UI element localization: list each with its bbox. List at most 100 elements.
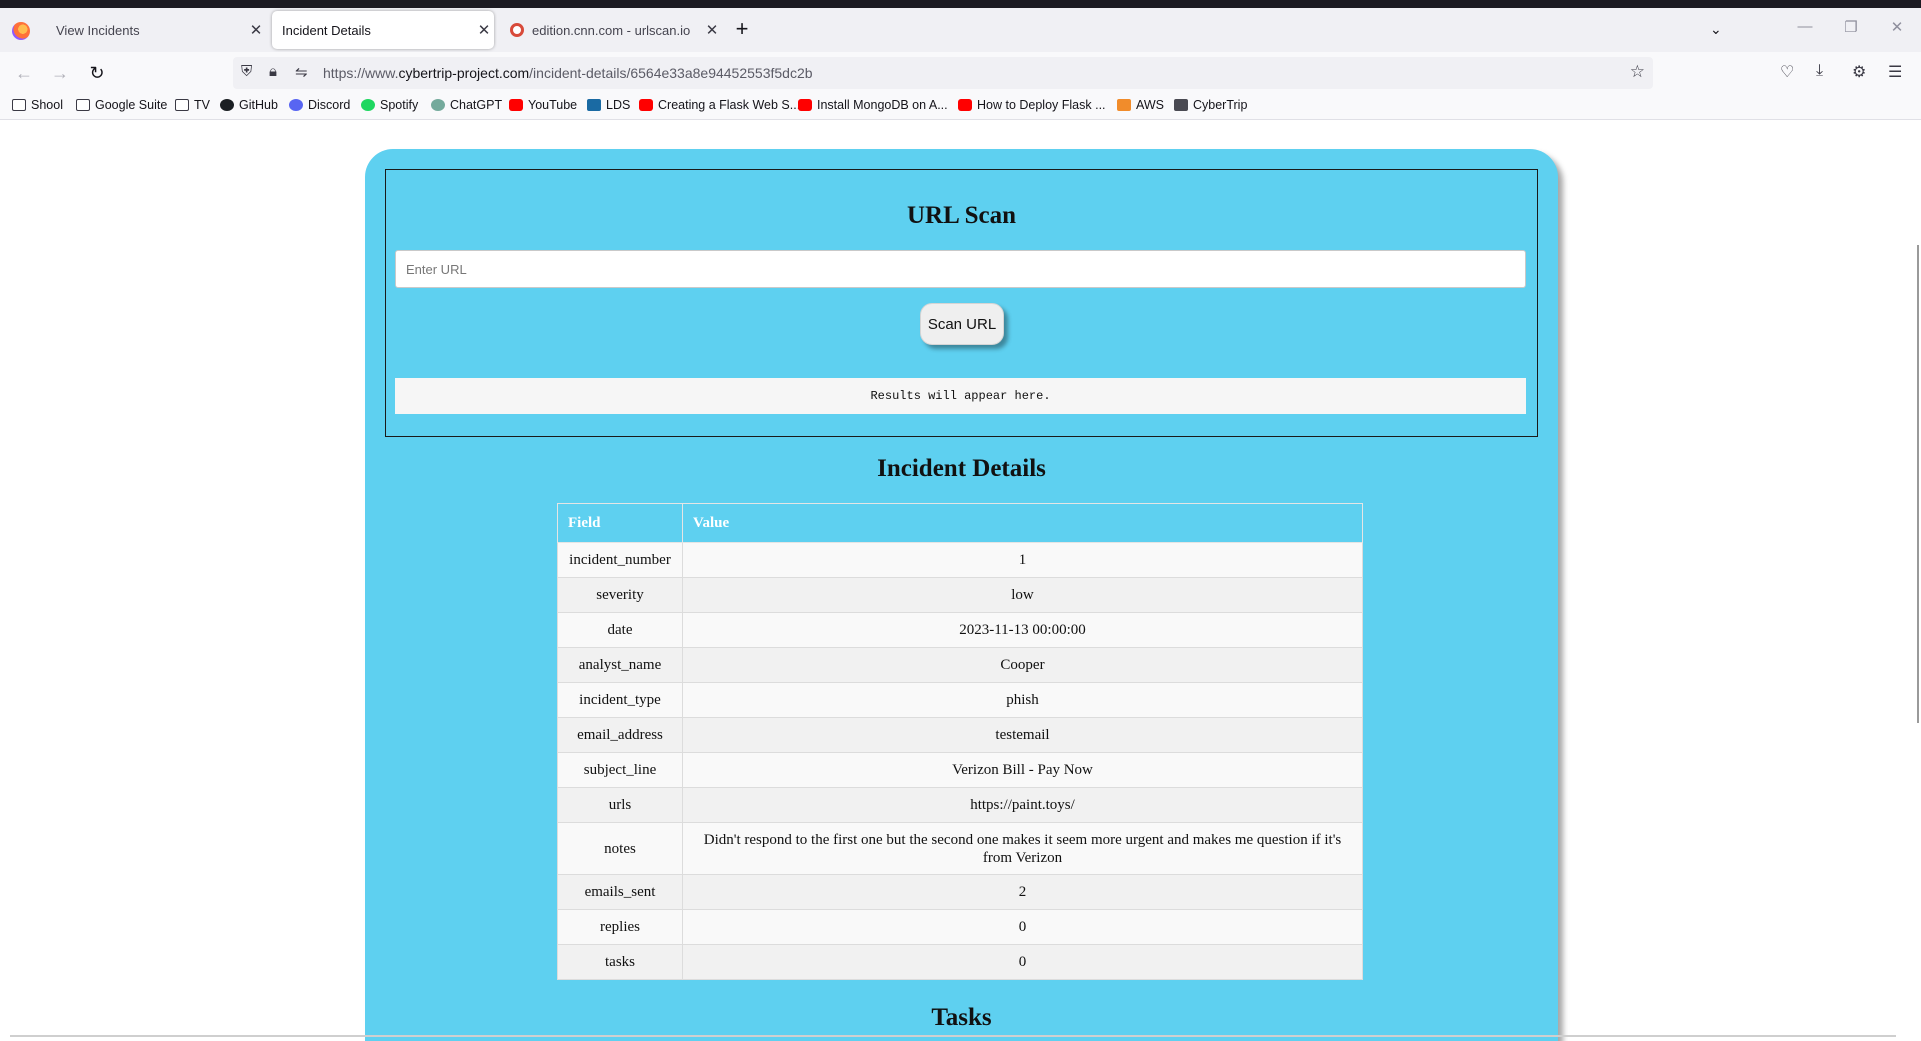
scan-results: Results will appear here.	[395, 378, 1526, 414]
download-icon[interactable]: ⤓	[1816, 62, 1823, 80]
lock-icon[interactable]: 🔒︎	[269, 63, 277, 80]
permissions-icon[interactable]: ⇋	[295, 63, 308, 81]
reload-icon[interactable]: ↻	[85, 61, 109, 85]
field-cell: analyst_name	[557, 647, 683, 683]
bookmark-label: YouTube	[528, 98, 578, 112]
new-tab-icon[interactable]: +	[730, 18, 754, 42]
value-cell: 0	[682, 909, 1363, 945]
value-cell: phish	[682, 682, 1363, 718]
bookmark-spotify[interactable]: Spotify	[361, 98, 418, 112]
bookmark-cybertrip[interactable]: CyberTrip	[1174, 98, 1247, 112]
url-input[interactable]	[395, 250, 1526, 288]
field-cell: severity	[557, 577, 683, 613]
youtube-icon	[639, 99, 653, 111]
scan-url-button[interactable]: Scan URL	[920, 303, 1004, 345]
bookmark-youtube[interactable]: YouTube	[509, 98, 577, 112]
incident-details-title: Incident Details	[877, 455, 1046, 482]
bookmark-discord[interactable]: Discord	[289, 98, 350, 112]
lds-icon	[587, 99, 601, 111]
bookmark-install-mongodb[interactable]: Install MongoDB on A...	[798, 98, 948, 112]
address-bar[interactable]: ⛨ 🔒︎ ⇋ https://www.cybertrip-project.com…	[233, 57, 1653, 89]
value-cell: 2023-11-13 00:00:00	[682, 612, 1363, 648]
incident-details-table: Field Value incident_number 1 severity low…	[557, 503, 1363, 980]
bookmark-github[interactable]: GitHub	[220, 98, 278, 112]
bookmark-shool[interactable]: Shool	[12, 98, 63, 112]
table-row: subject_line Verizon Bill - Pay Now	[557, 752, 1363, 788]
folder-icon	[76, 99, 90, 111]
spotify-icon	[361, 99, 375, 111]
value-column-header: Value	[682, 503, 1363, 543]
back-icon[interactable]: ←	[12, 61, 36, 85]
value-cell: Didn't respond to the first one but the …	[682, 822, 1363, 875]
bookmark-flask-web[interactable]: Creating a Flask Web S...	[639, 98, 800, 112]
field-column-header: Field	[557, 503, 683, 543]
tab-incident-details[interactable]: Incident Details ✕	[272, 11, 494, 49]
table-row: email_address testemail	[557, 717, 1363, 753]
bookmark-label: TV	[194, 98, 210, 112]
menu-icon[interactable]: ☰	[1888, 62, 1902, 82]
bookmark-label: Google Suite	[95, 98, 168, 112]
field-cell: email_address	[557, 717, 683, 753]
shield-icon[interactable]: ⛨	[241, 63, 252, 80]
value-cell: 1	[682, 542, 1363, 578]
minimize-icon[interactable]: —	[1787, 18, 1823, 35]
folder-icon	[12, 99, 26, 111]
discord-icon	[289, 99, 303, 111]
bookmark-chatgpt[interactable]: ChatGPT	[431, 98, 502, 112]
tab-title: View Incidents	[56, 22, 140, 38]
cybertrip-icon	[1174, 99, 1188, 111]
horizontal-scrollbar[interactable]	[10, 1035, 1896, 1037]
table-row: urls https://paint.toys/	[557, 787, 1363, 823]
firefox-icon[interactable]	[12, 22, 30, 40]
field-cell: incident_number	[557, 542, 683, 578]
urlscan-favicon-icon	[510, 23, 524, 37]
table-row: emails_sent 2	[557, 874, 1363, 910]
chevron-down-icon[interactable]: ⌄	[1710, 21, 1722, 38]
chatgpt-icon	[431, 99, 445, 111]
bookmark-star-icon[interactable]: ☆	[1630, 62, 1645, 82]
field-cell: incident_type	[557, 682, 683, 718]
incident-card: URL Scan Scan URL Results will appear he…	[365, 149, 1558, 1041]
url-path: /incident-details/6564e33a8e94452553f5dc…	[529, 65, 813, 81]
bookmark-tv[interactable]: TV	[175, 98, 210, 112]
pocket-icon[interactable]: ♡	[1780, 62, 1794, 82]
youtube-icon	[958, 99, 972, 111]
url-scan-section: URL Scan Scan URL Results will appear he…	[385, 169, 1538, 437]
tasks-title: Tasks	[931, 1004, 992, 1031]
close-window-icon[interactable]: ✕	[1879, 18, 1915, 36]
tab-view-incidents[interactable]: View Incidents ✕	[44, 11, 266, 49]
value-cell: Cooper	[682, 647, 1363, 683]
folder-icon	[175, 99, 189, 111]
url-domain: cybertrip-project.com	[398, 65, 530, 81]
vertical-scrollbar[interactable]	[1917, 245, 1919, 723]
close-icon[interactable]: ✕	[246, 21, 266, 39]
bookmark-lds[interactable]: LDS	[587, 98, 630, 112]
field-cell: notes	[557, 822, 683, 875]
table-row: incident_number 1	[557, 542, 1363, 578]
bookmark-google-suite[interactable]: Google Suite	[76, 98, 167, 112]
page-content: URL Scan Scan URL Results will appear he…	[0, 120, 1921, 1041]
restore-icon[interactable]: ❐	[1833, 18, 1869, 36]
bookmark-label: GitHub	[239, 98, 278, 112]
table-row: notes Didn't respond to the first one but…	[557, 822, 1363, 875]
value-cell: 2	[682, 874, 1363, 910]
bookmark-label: Install MongoDB on A...	[817, 98, 948, 112]
url-text[interactable]: https://www.cybertrip-project.com/incide…	[323, 65, 813, 81]
table-row: tasks 0	[557, 944, 1363, 980]
close-icon[interactable]: ✕	[702, 21, 722, 39]
close-icon[interactable]: ✕	[474, 21, 494, 39]
extensions-icon[interactable]: ⚙	[1852, 62, 1866, 82]
field-cell: urls	[557, 787, 683, 823]
forward-icon[interactable]: →	[48, 61, 72, 85]
tab-urlscan[interactable]: edition.cnn.com - urlscan.io ✕	[500, 11, 722, 49]
tab-strip: View Incidents ✕ Incident Details ✕ edit…	[0, 8, 1921, 52]
bookmark-label: How to Deploy Flask ...	[977, 98, 1106, 112]
bookmark-deploy-flask[interactable]: How to Deploy Flask ...	[958, 98, 1106, 112]
github-icon	[220, 99, 234, 111]
bookmark-label: Creating a Flask Web S...	[658, 98, 801, 112]
tab-title: Incident Details	[282, 22, 371, 38]
value-cell: Verizon Bill - Pay Now	[682, 752, 1363, 788]
bookmark-aws[interactable]: AWS	[1117, 98, 1164, 112]
bookmark-label: Discord	[308, 98, 351, 112]
field-cell: date	[557, 612, 683, 648]
